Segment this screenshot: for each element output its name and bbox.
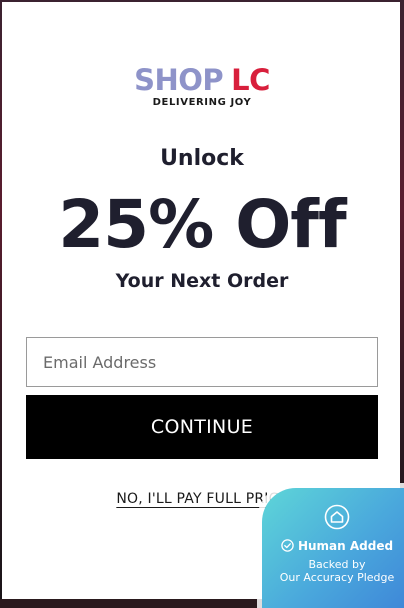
logo-wordmark: SHOP LC [0,64,404,96]
next-order-heading: Your Next Order [115,270,289,292]
logo-lc-text: LC [231,63,270,97]
email-field[interactable] [26,337,378,387]
badge-subtitle: Backed by Our Accuracy Pledge [262,558,404,584]
badge-title: Human Added [262,539,404,553]
shoplc-logo: SHOP LC DELIVERING JOY [0,64,404,108]
check-circle-icon [281,539,294,552]
badge-line-1: Backed by [308,558,366,571]
continue-button[interactable]: CONTINUE [26,395,378,459]
unlock-heading: Unlock [160,146,244,171]
badge-title-text: Human Added [297,539,394,553]
discount-heading: 25% Off [58,186,347,263]
logo-shop-text: SHOP [134,63,224,97]
human-added-badge[interactable]: Human Added Backed by Our Accuracy Pledg… [262,488,404,608]
logo-tagline: DELIVERING JOY [152,97,252,108]
home-shield-icon [324,504,350,530]
badge-line-2: Our Accuracy Pledge [279,571,395,584]
